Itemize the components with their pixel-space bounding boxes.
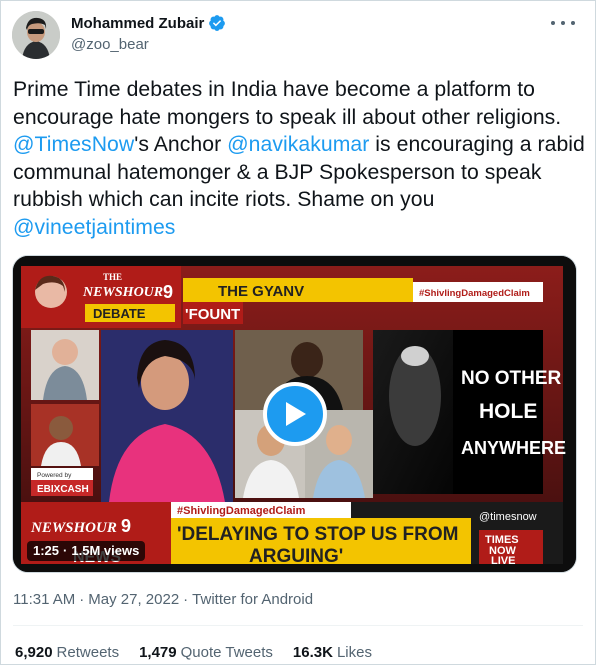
right-panel-line3: ANYWHERE [461,438,566,458]
show-name: NEWSHOUR [82,285,163,300]
author-handle[interactable]: @zoo_bear [71,36,149,53]
segment-title: THE GYANV [218,283,304,300]
quote-tweets-count: 1,479 [139,644,177,661]
debate-label: DEBATE [93,306,146,321]
badge-separator: · [63,543,68,558]
author-display-name[interactable]: Mohammed Zubair [71,15,204,32]
tweet-time[interactable]: 11:31 AM [13,591,75,608]
right-panel-line1: NO OTHER [461,368,562,389]
quote-tweets-stat[interactable]: 1,479 Quote Tweets [139,644,273,661]
show-number: 9 [163,282,173,302]
more-options-button[interactable] [551,15,575,31]
sponsor-label: Powered by [37,472,72,479]
video-duration: 1:25 [33,543,60,558]
video-player[interactable]: THE NEWSHOUR 9 DEBATE THE GYANV #Shivlin… [12,255,577,573]
verified-badge-icon [208,14,226,32]
likes-count: 16.3K [292,644,333,661]
play-icon [286,402,306,426]
mention-link[interactable]: @navikakumar [227,133,369,156]
tweet-date[interactable]: May 27, 2022 [88,591,179,608]
tweet-text: Prime Time debates in India have become … [13,76,587,241]
video-duration-badge: 1:25 · 1.5M views [27,541,146,561]
video-views: 1.5M views [71,543,140,558]
author-name-row[interactable]: Mohammed Zubair [71,14,226,32]
hashtag-top: #ShivlingDamagedClaim [419,288,530,299]
bottom-show-number: 9 [121,516,131,536]
show-name-top: THE [103,272,122,282]
meta-separator: · [183,591,189,608]
retweets-label: Retweets [56,644,120,661]
channel-handle: @timesnow [479,511,537,523]
mention-link[interactable]: @TimesNow [13,133,134,156]
retweets-stat[interactable]: 6,920 Retweets [15,644,119,661]
divider [13,625,583,626]
segment-line2: 'FOUNT [185,306,240,323]
right-panel-line2: HOLE [479,400,537,423]
avatar[interactable] [12,11,60,59]
more-dot-icon [571,21,575,25]
avatar-image [12,11,60,59]
tweet-text-part: 's Anchor [134,133,228,156]
meta-separator: · [79,591,85,608]
headline-line2: ARGUING' [249,546,343,567]
tweet-meta: 11:31 AM · May 27, 2022 · Twitter for An… [13,591,313,608]
hashtag-bottom: #ShivlingDamagedClaim [177,505,306,517]
channel-name-3: LIVE [491,555,515,567]
bottom-show-name: NEWSHOUR [30,520,117,536]
likes-label: Likes [336,644,372,661]
tweet-card: Mohammed Zubair @zoo_bear Prime Time deb… [0,0,596,665]
more-dot-icon [561,21,565,25]
tweet-stats: 6,920 Retweets 1,479 Quote Tweets 16.3K … [15,644,372,661]
retweets-count: 6,920 [15,644,53,661]
tweet-text-part: Prime Time debates in India have become … [13,78,562,129]
more-dot-icon [551,21,555,25]
headline-line1: 'DELAYING TO STOP US FROM [177,524,458,545]
play-button[interactable] [263,382,327,446]
tweet-source[interactable]: Twitter for Android [192,591,313,608]
likes-stat[interactable]: 16.3K Likes [293,644,372,661]
sponsor-name: EBIXCASH [37,484,89,495]
mention-link[interactable]: @vineetjaintimes [13,216,175,239]
quote-tweets-label: Quote Tweets [180,644,273,661]
